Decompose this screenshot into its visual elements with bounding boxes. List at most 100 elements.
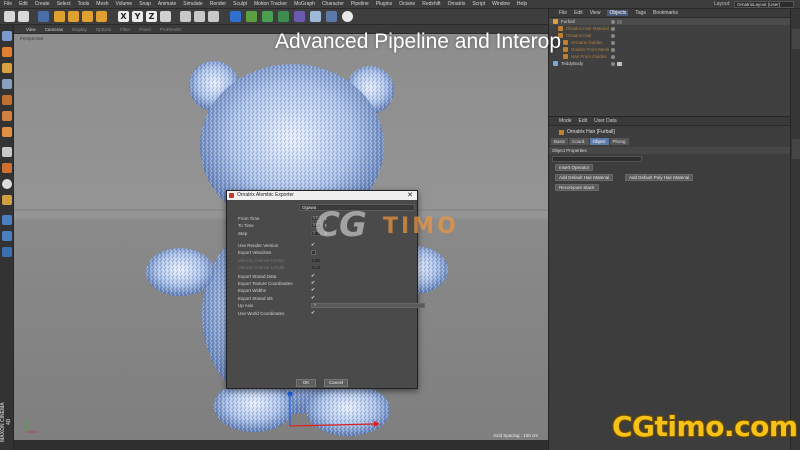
coordinate-system-icon[interactable] <box>160 11 171 22</box>
visibility-dot-icon[interactable] <box>611 61 615 66</box>
points-mode-icon[interactable] <box>2 95 12 105</box>
menu-create[interactable]: Create <box>35 1 50 7</box>
am-menu-edit[interactable]: Edit <box>579 118 588 124</box>
tweak-mode-icon[interactable] <box>2 163 12 173</box>
menu-sculpt[interactable]: Sculpt <box>233 1 247 7</box>
subdivision-icon[interactable] <box>262 11 273 22</box>
tab-phong[interactable]: Phong <box>609 138 629 145</box>
ok-button[interactable]: OK <box>296 379 316 387</box>
move-tool-icon[interactable] <box>54 11 65 22</box>
floor-icon[interactable] <box>310 11 321 22</box>
rotate-tool-icon[interactable] <box>82 11 93 22</box>
menu-volume[interactable]: Volume <box>116 1 133 7</box>
menu-animate[interactable]: Animate <box>158 1 176 7</box>
option-checkbox[interactable]: ✔ <box>311 296 316 301</box>
camera-icon[interactable] <box>326 11 337 22</box>
spinner-arrows-icon[interactable]: ⬍ <box>324 258 328 263</box>
select-tool-icon[interactable] <box>38 11 49 22</box>
object-row[interactable]: Hair From Guides <box>549 53 790 60</box>
om-menu-view[interactable]: View <box>590 10 601 16</box>
enable-axis-icon[interactable] <box>2 147 12 157</box>
visibility-dot-icon[interactable] <box>611 19 615 24</box>
spinner-arrows-icon[interactable]: ⬍ <box>324 265 328 270</box>
solo-mode-icon[interactable] <box>2 247 12 257</box>
side-tab[interactable] <box>792 139 800 159</box>
light-bulb-icon[interactable] <box>342 11 353 22</box>
option-checkbox[interactable] <box>311 250 316 255</box>
grid-workplane-icon[interactable] <box>2 231 12 241</box>
render-view-icon[interactable] <box>180 11 191 22</box>
texture-mode-icon[interactable] <box>2 63 12 73</box>
menu-octane[interactable]: Octane <box>399 1 415 7</box>
option-checkbox[interactable]: ✔ <box>311 274 316 279</box>
menu-plugins[interactable]: Plugins <box>376 1 392 7</box>
menu-simulate[interactable]: Simulate <box>183 1 202 7</box>
add-poly-hair-material-button[interactable]: Add Default Poly Hair Material <box>625 174 694 181</box>
option-checkbox[interactable]: ✔ <box>311 281 316 286</box>
menu-mograph[interactable]: MoGraph <box>294 1 315 7</box>
object-properties-header[interactable]: Object Properties <box>549 147 790 154</box>
close-icon[interactable]: ✕ <box>407 191 413 200</box>
om-menu-tags[interactable]: Tags <box>635 10 646 16</box>
undo-icon[interactable] <box>4 11 15 22</box>
am-menu-user-data[interactable]: User Data <box>594 118 617 124</box>
add-hair-material-button[interactable]: Add Default Hair Material <box>555 174 614 181</box>
visibility-dot-icon[interactable] <box>611 54 615 59</box>
z-axis-toggle[interactable]: Z <box>146 11 157 22</box>
x-axis-toggle[interactable]: X <box>118 11 129 22</box>
tab-object[interactable]: Object <box>589 138 609 145</box>
layout-select[interactable]: OrnatrixLayout (User) <box>734 1 794 8</box>
om-menu-bookmarks[interactable]: Bookmarks <box>653 10 678 16</box>
menu-redshift[interactable]: Redshift <box>422 1 440 7</box>
edges-mode-icon[interactable] <box>2 111 12 121</box>
scale-tool-icon[interactable] <box>68 11 79 22</box>
y-axis-toggle[interactable]: Y <box>132 11 143 22</box>
menu-select[interactable]: Select <box>57 1 71 7</box>
menu-ornatrix[interactable]: Ornatrix <box>448 1 466 7</box>
cube-icon[interactable] <box>230 11 241 22</box>
menu-window[interactable]: Window <box>492 1 510 7</box>
mograph-cloner-icon[interactable] <box>278 11 289 22</box>
menu-file[interactable]: File <box>4 1 12 7</box>
om-menu-objects[interactable]: Objects <box>607 10 629 16</box>
option-value-field[interactable]: 0.5 <box>311 265 321 270</box>
object-row[interactable]: TeddyBody <box>549 60 790 67</box>
menu-pipeline[interactable]: Pipeline <box>351 1 369 7</box>
menu-render[interactable]: Render <box>210 1 226 7</box>
object-row[interactable]: Furball <box>549 18 790 25</box>
menu-edit[interactable]: Edit <box>19 1 28 7</box>
cancel-button[interactable]: Cancel <box>324 379 348 387</box>
recent-tool-icon[interactable] <box>96 11 107 22</box>
locked-workplane-icon[interactable] <box>2 195 12 205</box>
deformer-icon[interactable] <box>294 11 305 22</box>
om-menu-edit[interactable]: Edit <box>574 10 583 16</box>
polygons-mode-icon[interactable] <box>2 127 12 137</box>
phong-tag-icon[interactable] <box>617 61 622 66</box>
option-value-field[interactable]: 0 <box>311 258 321 263</box>
menu-script[interactable]: Script <box>472 1 485 7</box>
snap-icon[interactable] <box>2 179 12 189</box>
insert-operator-button[interactable]: Insert Operator <box>555 164 594 171</box>
menu-character[interactable]: Character <box>322 1 344 7</box>
om-menu-file[interactable]: File <box>559 10 567 16</box>
menu-mesh[interactable]: Mesh <box>96 1 108 7</box>
operator-dropdown[interactable] <box>552 156 642 162</box>
render-picture-viewer-icon[interactable] <box>194 11 205 22</box>
up-axis-select[interactable]: Y <box>311 303 425 308</box>
tag-icon[interactable] <box>617 19 622 24</box>
option-checkbox[interactable]: ✔ <box>311 288 316 293</box>
redo-icon[interactable] <box>18 11 29 22</box>
tab-coord[interactable]: Coord. <box>569 138 589 145</box>
spline-pen-icon[interactable] <box>246 11 257 22</box>
menu-snap[interactable]: Snap <box>139 1 151 7</box>
recompute-stack-button[interactable]: Recompute Stack <box>555 184 599 191</box>
planar-workplane-icon[interactable] <box>2 215 12 225</box>
menu-tools[interactable]: Tools <box>78 1 90 7</box>
render-settings-icon[interactable] <box>208 11 219 22</box>
menu-help[interactable]: Help <box>517 1 527 7</box>
tab-basic[interactable]: Basic <box>551 138 569 145</box>
option-checkbox[interactable]: ✔ <box>311 311 316 316</box>
workplane-icon[interactable] <box>2 79 12 89</box>
menu-motion-tracker[interactable]: Motion Tracker <box>254 1 287 7</box>
am-menu-mode[interactable]: Mode <box>559 118 572 124</box>
